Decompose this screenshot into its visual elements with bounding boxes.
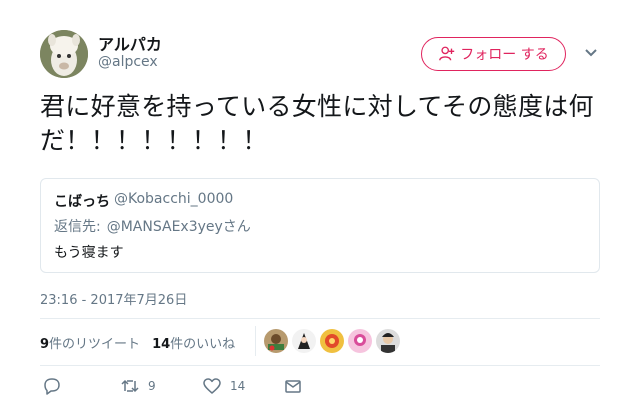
- liker-avatar[interactable]: [320, 329, 344, 353]
- reply-to-label: 返信先:: [54, 219, 101, 235]
- alpaca-avatar-image: [40, 30, 88, 78]
- tweet-timestamp[interactable]: 23:16 - 2017年7月26日: [40, 289, 187, 308]
- retweet-button[interactable]: 9: [120, 376, 156, 396]
- like-button[interactable]: 14: [202, 376, 245, 396]
- likes-count: 14: [152, 337, 171, 352]
- chevron-down-icon[interactable]: [582, 44, 600, 62]
- liker-avatar-image: [264, 329, 288, 353]
- liker-avatars: [264, 329, 400, 353]
- retweet-icon: [121, 379, 139, 393]
- tweet-stats: 9件のリツイート 14件のいいね: [40, 333, 235, 352]
- liker-avatar[interactable]: [348, 329, 372, 353]
- author-display-name[interactable]: アルパカ: [98, 31, 162, 55]
- direct-message-button[interactable]: [283, 376, 303, 396]
- stats-divider: [255, 326, 256, 356]
- reply-button[interactable]: [42, 376, 62, 396]
- quoted-reply-context: 返信先: @MANSAEx3yeyさん: [54, 216, 251, 236]
- liker-avatar[interactable]: [376, 329, 400, 353]
- liker-avatar-image: [376, 329, 400, 353]
- divider: [40, 318, 600, 319]
- reply-icon: [44, 378, 60, 395]
- liker-avatar-image: [292, 329, 316, 353]
- likes-label: 件のいいね: [170, 337, 236, 352]
- quoted-text: もう寝ます: [54, 245, 124, 261]
- liker-avatar-image: [320, 329, 344, 353]
- quoted-author-name: こばっち: [54, 194, 110, 210]
- envelope-icon: [285, 380, 301, 393]
- add-user-icon: [439, 46, 455, 61]
- retweet-count: 9: [148, 379, 156, 393]
- reply-to-user[interactable]: @MANSAEx3yeyさん: [107, 219, 251, 235]
- follow-button[interactable]: フォロー する: [421, 37, 566, 71]
- like-count: 14: [230, 379, 246, 393]
- follow-button-label: フォロー する: [460, 47, 549, 63]
- author-handle[interactable]: @alpcex: [98, 54, 158, 70]
- author-avatar[interactable]: [40, 30, 88, 78]
- quoted-author-handle: @Kobacchi_0000: [114, 191, 234, 207]
- retweets-label: 件のリツイート: [49, 337, 141, 352]
- liker-avatar[interactable]: [292, 329, 316, 353]
- divider: [40, 365, 600, 366]
- retweets-count: 9: [40, 337, 50, 352]
- likes-stat[interactable]: 14件のいいね: [152, 333, 235, 352]
- liker-avatar[interactable]: [264, 329, 288, 353]
- quoted-tweet[interactable]: こばっち @Kobacchi_0000 返信先: @MANSAEx3yeyさん も…: [40, 178, 600, 273]
- heart-icon: [203, 378, 221, 394]
- liker-avatar-image: [348, 329, 372, 353]
- retweets-stat[interactable]: 9件のリツイート: [40, 333, 140, 352]
- tweet-text: 君に好意を持っている女性に対してその態度は何だ！！！！！！！！: [40, 92, 594, 155]
